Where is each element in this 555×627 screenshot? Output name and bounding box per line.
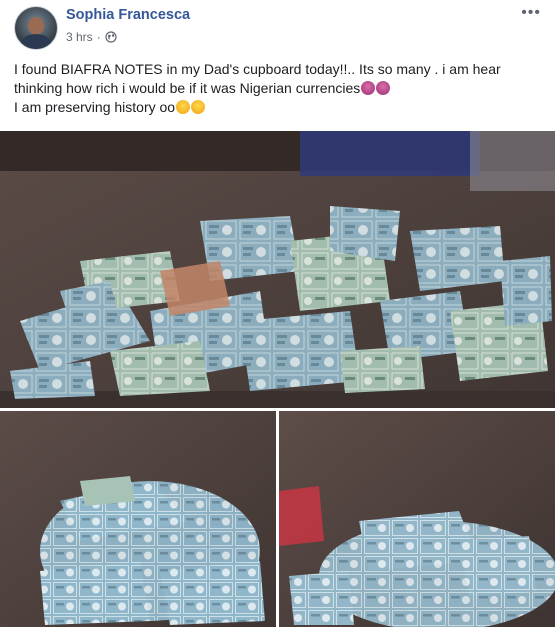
- laughing-emoji-icon: [191, 100, 206, 114]
- more-options-icon[interactable]: •••: [521, 4, 541, 22]
- avatar-body: [21, 34, 51, 49]
- author-avatar[interactable]: [14, 6, 58, 50]
- author-name[interactable]: Sophia Francesca: [66, 7, 190, 23]
- avatar-face: [28, 17, 44, 35]
- photo-grid: [0, 131, 555, 627]
- meta-separator: ·: [96, 30, 101, 44]
- tired-face-emoji-icon: [361, 81, 376, 95]
- tired-face-emoji-icon: [376, 81, 391, 95]
- post-text-line-1: I found BIAFRA NOTES in my Dad's cupboar…: [14, 60, 544, 98]
- facebook-post: Sophia Francesca 3 hrs · ••• I found BIA…: [0, 0, 555, 627]
- post-header: Sophia Francesca 3 hrs · •••: [0, 0, 555, 56]
- post-text: I found BIAFRA NOTES in my Dad's cupboar…: [14, 60, 544, 117]
- photo-money-pile-left[interactable]: [0, 411, 276, 627]
- photo-money-pile-right[interactable]: [279, 411, 555, 627]
- post-meta: 3 hrs ·: [66, 30, 117, 44]
- post-timestamp[interactable]: 3 hrs: [66, 30, 93, 44]
- post-text-content-2: I am preserving history oo: [14, 99, 176, 115]
- laughing-emoji-icon: [176, 100, 191, 114]
- post-text-line-2: I am preserving history oo: [14, 98, 544, 117]
- post-text-content-1: I found BIAFRA NOTES in my Dad's cupboar…: [14, 61, 501, 96]
- photo-money-pile-wide[interactable]: [0, 131, 555, 408]
- globe-icon[interactable]: [105, 31, 117, 43]
